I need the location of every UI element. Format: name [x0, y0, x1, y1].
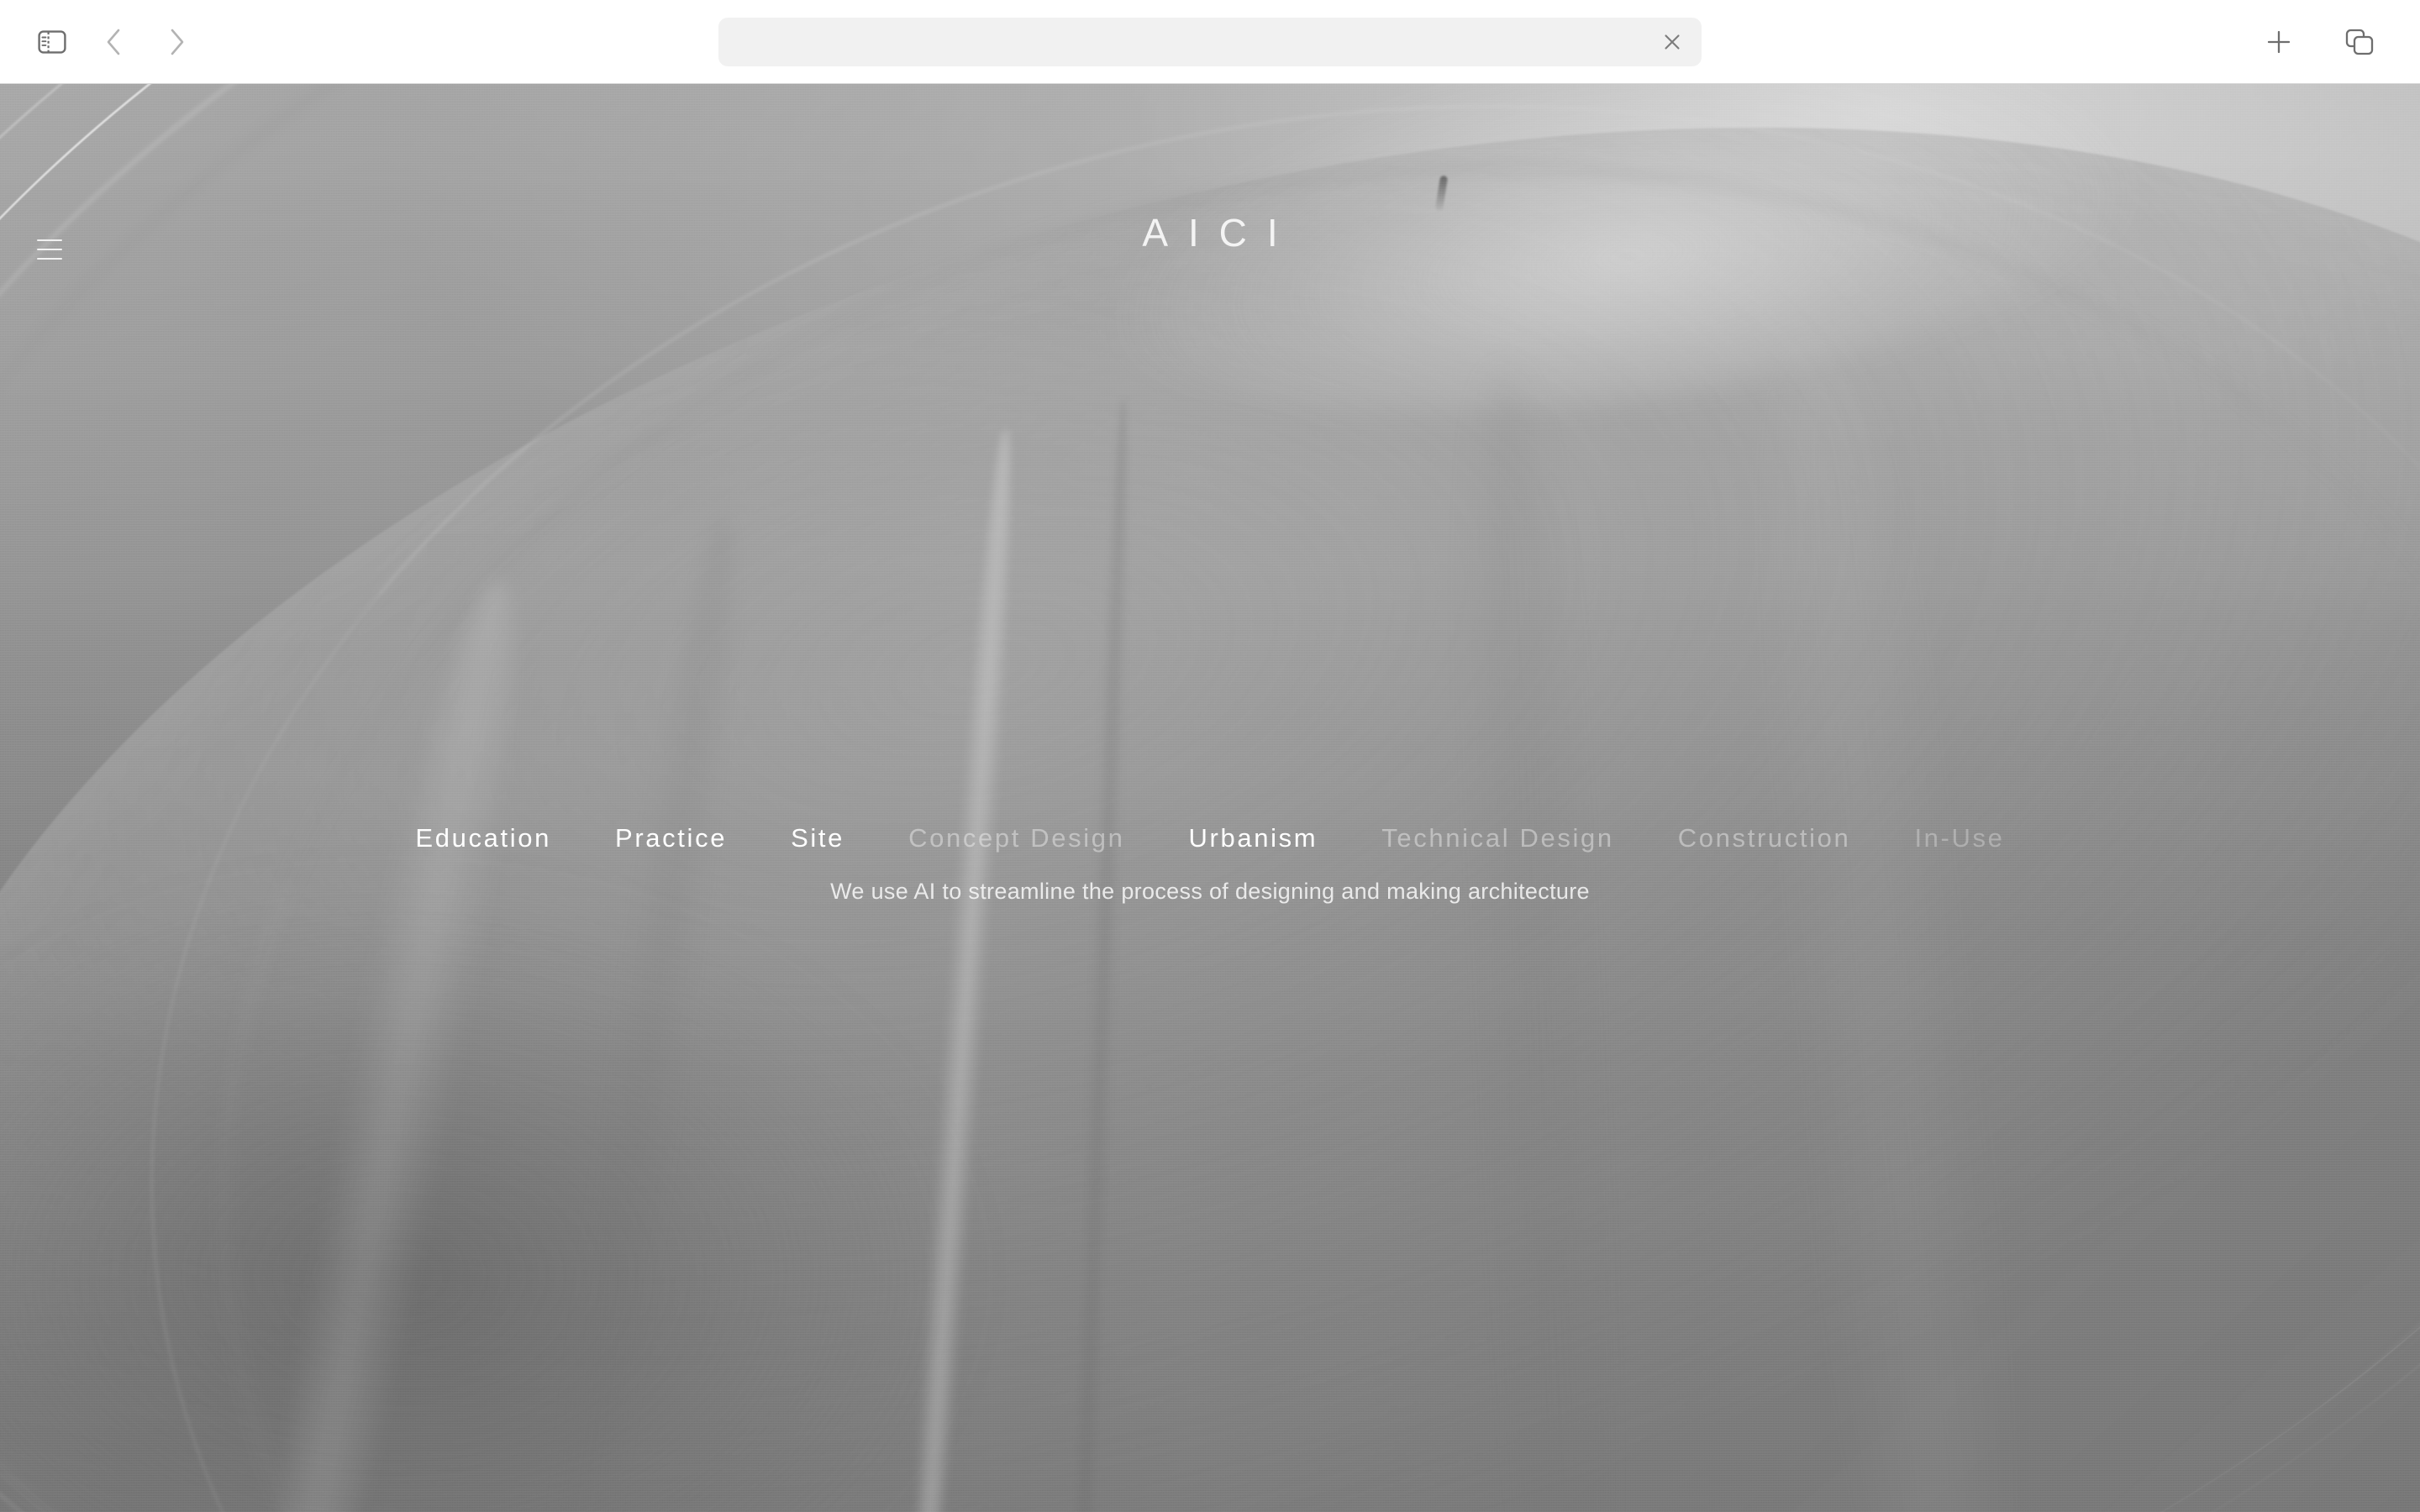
- back-chevron-icon[interactable]: [91, 18, 138, 66]
- phase-item-education[interactable]: Education: [383, 823, 583, 853]
- site-logo[interactable]: AICI: [0, 210, 2420, 255]
- forward-chevron-icon[interactable]: [153, 18, 200, 66]
- phase-item-concept-design[interactable]: Concept Design: [876, 823, 1156, 853]
- sidebar-toggle-icon[interactable]: [29, 18, 76, 66]
- phase-item-practice[interactable]: Practice: [583, 823, 759, 853]
- toolbar-left-group: [0, 18, 200, 66]
- address-bar-container: [718, 17, 1702, 66]
- phase-item-construction[interactable]: Construction: [1646, 823, 1883, 853]
- address-bar[interactable]: [718, 17, 1702, 66]
- toolbar-right-group: [2255, 18, 2420, 66]
- phase-item-site[interactable]: Site: [759, 823, 876, 853]
- browser-toolbar: [0, 0, 2420, 84]
- stop-loading-icon[interactable]: [1658, 28, 1686, 56]
- new-tab-plus-icon[interactable]: [2255, 18, 2302, 66]
- phase-item-urbanism[interactable]: Urbanism: [1157, 823, 1350, 853]
- address-input[interactable]: [737, 17, 1653, 66]
- phase-item-technical-design[interactable]: Technical Design: [1349, 823, 1646, 853]
- web-page-viewport: AICI Education Practice Site Concept Des…: [0, 84, 2420, 1512]
- hero-section: Education Practice Site Concept Design U…: [0, 823, 2420, 905]
- hero-tagline: We use AI to streamline the process of d…: [830, 879, 1590, 904]
- phase-item-in-use[interactable]: In-Use: [1882, 823, 2036, 853]
- tab-overview-icon[interactable]: [2336, 18, 2383, 66]
- phase-navigation: Education Practice Site Concept Design U…: [0, 823, 2420, 853]
- site-content: AICI Education Practice Site Concept Des…: [0, 84, 2420, 1512]
- hamburger-line-3: [37, 258, 62, 260]
